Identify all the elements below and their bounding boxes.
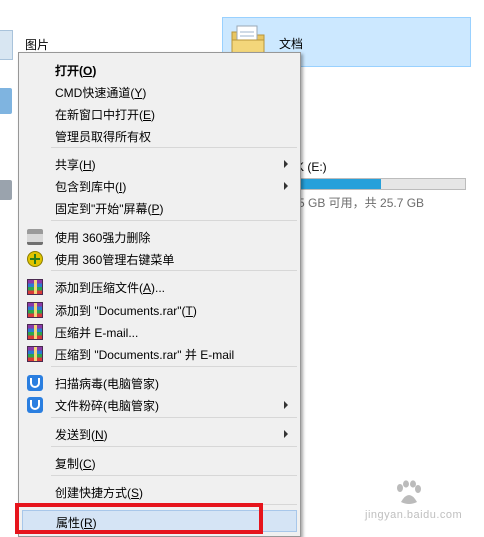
menu-item-label: 添加到压缩文件(A)... (55, 281, 166, 295)
menu-item-label: 创建快捷方式(S) (55, 486, 144, 500)
menu-item-label: 打开(O) (55, 64, 97, 78)
highlight-box (15, 503, 263, 534)
drive-e-free-space: 5 GB 可用，共 25.7 GB (298, 196, 425, 210)
menu-item[interactable]: 共享(H) (22, 153, 297, 175)
menu-item[interactable]: 添加到压缩文件(A)... (22, 276, 297, 298)
menu-item[interactable]: 发送到(N) (22, 423, 297, 445)
menu-separator (51, 366, 297, 367)
folder-label: 图片 (25, 38, 50, 52)
menu-item-label: 压缩到 "Documents.rar" 并 E-mail (55, 348, 235, 362)
submenu-arrow-icon (284, 430, 288, 438)
menu-item-label: 复制(C) (55, 457, 96, 471)
folder-icon (0, 30, 13, 60)
menu-item[interactable]: 添加到 "Documents.rar"(T) (22, 299, 297, 321)
menu-separator (51, 147, 297, 148)
menu-item[interactable]: CMD快速通道(Y) (22, 81, 297, 103)
menu-item-label: 扫描病毒(电脑管家) (55, 377, 159, 391)
menu-item-label: 共享(H) (55, 158, 96, 172)
context-menu: 打开(O) CMD快速通道(Y) 在新窗口中打开(E) 管理员取得所有权 共享(H) 包含… (18, 52, 301, 537)
menu-item[interactable]: 包含到库中(I) (22, 175, 297, 197)
menu-item-label: 使用 360管理右键菜单 (55, 253, 175, 267)
watermark-text: jingyan.baidu.com (365, 509, 463, 521)
winrar-icon (27, 346, 43, 362)
menu-item-label: 添加到 "Documents.rar"(T) (55, 304, 197, 318)
submenu-arrow-icon (284, 182, 288, 190)
winrar-icon (27, 279, 43, 295)
menu-item[interactable]: 文件粉碎(电脑管家) (22, 394, 297, 416)
menu-item-label: 管理员取得所有权 (55, 130, 152, 144)
winrar-icon (27, 302, 43, 318)
menu-item[interactable]: 打开(O) (22, 59, 297, 81)
desktop-icon[interactable] (0, 88, 12, 114)
menu-item[interactable]: 复制(C) (22, 452, 297, 474)
menu-item[interactable]: 扫描病毒(电脑管家) (22, 372, 297, 394)
menu-item[interactable]: 使用 360强力删除 (22, 226, 297, 248)
menu-item[interactable]: 管理员取得所有权 (22, 125, 297, 147)
menu-separator (51, 475, 297, 476)
printer-icon (27, 229, 43, 245)
menu-separator (51, 270, 297, 271)
menu-item[interactable]: 使用 360管理右键菜单 (22, 248, 297, 270)
menu-item-label: CMD快速通道(Y) (55, 86, 147, 100)
menu-item[interactable]: 在新窗口中打开(E) (22, 103, 297, 125)
tencent-shield-icon (27, 397, 43, 413)
submenu-arrow-icon (284, 401, 288, 409)
tencent-shield-icon (27, 375, 43, 391)
menu-item[interactable]: 固定到"开始"屏幕(P) (22, 197, 297, 219)
menu-item[interactable]: 创建快捷方式(S) (22, 481, 297, 503)
drive-icon[interactable] (0, 180, 12, 200)
winrar-icon (27, 324, 43, 340)
menu-separator (51, 417, 297, 418)
menu-item-label: 压缩并 E-mail... (55, 326, 139, 340)
menu-item-label: 文件粉碎(电脑管家) (55, 399, 159, 413)
folder-label: 文档 (279, 37, 304, 51)
menu-item-label: 使用 360强力删除 (55, 231, 151, 245)
submenu-arrow-icon (284, 160, 288, 168)
menu-item-label: 固定到"开始"屏幕(P) (55, 202, 164, 216)
menu-separator (51, 220, 297, 221)
drive-e-usage-bar (296, 178, 466, 190)
menu-item-label: 包含到库中(I) (55, 180, 127, 194)
menu-item-label: 在新窗口中打开(E) (55, 108, 156, 122)
menu-separator (51, 446, 297, 447)
menu-item[interactable]: 压缩并 E-mail... (22, 321, 297, 343)
drive-e-usage-fill (297, 179, 381, 189)
menu-item-label: 发送到(N) (55, 428, 108, 442)
baidu-watermark: jingyan.baidu.com (365, 478, 480, 528)
menu-item[interactable]: 压缩到 "Documents.rar" 并 E-mail (22, 343, 297, 365)
360-plus-icon (27, 251, 43, 267)
baidu-paw-logo (397, 480, 421, 504)
